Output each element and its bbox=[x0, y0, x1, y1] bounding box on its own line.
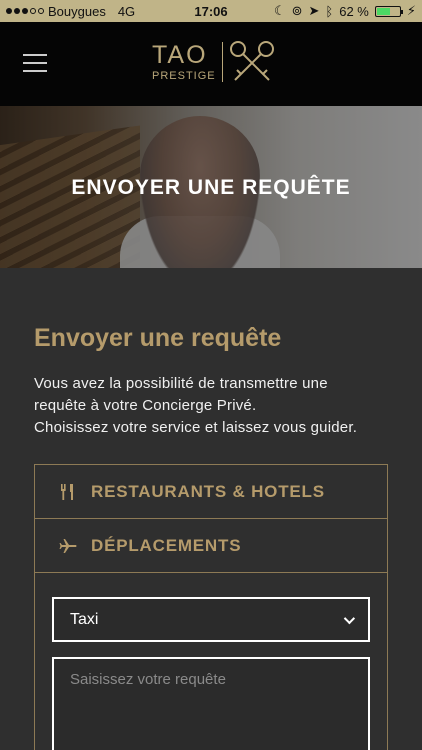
service-restaurants-hotels[interactable]: RESTAURANTS & HOTELS bbox=[35, 465, 387, 519]
airplane-icon bbox=[57, 535, 79, 557]
logo-title: TAO bbox=[152, 41, 208, 69]
carrier-name: Bouygues bbox=[48, 3, 106, 19]
app-header: TAO PRESTIGE bbox=[0, 22, 422, 106]
request-textarea[interactable]: Saisissez votre requête bbox=[52, 657, 370, 750]
crossed-keys-icon bbox=[229, 41, 274, 81]
page-title: Envoyer une requête bbox=[34, 324, 282, 352]
rotation-lock-icon: ⊚ bbox=[291, 3, 303, 18]
network-type: 4G bbox=[117, 3, 136, 19]
moon-icon: ☾ bbox=[273, 3, 286, 18]
brand-logo[interactable]: TAO PRESTIGE bbox=[152, 40, 275, 84]
service-panel: RESTAURANTS & HOTELS DÉPLACEMENTS Taxi S… bbox=[34, 464, 388, 750]
service-deplacements[interactable]: DÉPLACEMENTS bbox=[35, 519, 387, 573]
textarea-placeholder: Saisissez votre requête bbox=[70, 671, 226, 688]
service-label: DÉPLACEMENTS bbox=[91, 535, 242, 555]
logo-subtitle: PRESTIGE bbox=[152, 70, 216, 82]
service-label: RESTAURANTS & HOTELS bbox=[91, 481, 325, 501]
bluetooth-icon: ᛒ bbox=[325, 3, 334, 19]
fork-knife-icon bbox=[57, 481, 79, 503]
transport-type-select[interactable]: Taxi bbox=[52, 597, 370, 642]
request-form: Taxi Saisissez votre requête bbox=[35, 573, 387, 750]
main-content: Envoyer une requête Vous avez la possibi… bbox=[0, 324, 422, 750]
hero-title: ENVOYER UNE REQUÊTE bbox=[71, 176, 351, 199]
menu-icon[interactable] bbox=[23, 54, 47, 72]
battery-percent: 62 % bbox=[339, 3, 369, 19]
signal-strength-icon bbox=[6, 8, 44, 14]
battery-icon bbox=[374, 5, 403, 17]
chevron-down-icon bbox=[343, 612, 356, 624]
select-value: Taxi bbox=[70, 610, 99, 628]
status-bar: Bouygues 4G 17:06 ☾ ⊚ ➤ ᛒ 62 % ⚡ bbox=[0, 0, 422, 22]
intro-text: Vous avez la possibilité de transmettre … bbox=[34, 375, 358, 436]
location-arrow-icon: ➤ bbox=[308, 3, 320, 18]
charging-icon: ⚡ bbox=[406, 3, 416, 18]
hero-banner: ENVOYER UNE REQUÊTE bbox=[0, 106, 422, 268]
